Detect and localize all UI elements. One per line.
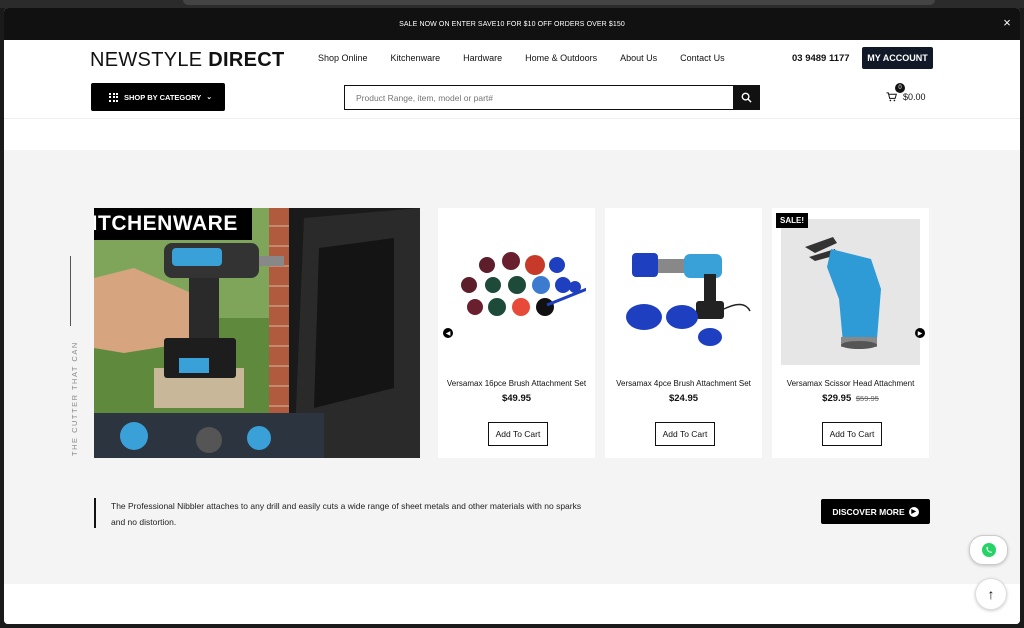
product-name[interactable]: Versamax 4pce Brush Attachment Set [605,379,762,388]
shop-by-category-button[interactable]: SHOP BY CATEGORY ⌄ [91,83,225,111]
description-line-1: The Professional Nibbler attaches to any… [111,501,582,511]
sale-badge: SALE! [776,213,808,228]
cart-widget[interactable]: 0 $0.00 [886,83,926,102]
product-name[interactable]: Versamax Scissor Head Attachment [772,379,929,388]
product-image[interactable] [614,219,753,365]
nav-shop-online[interactable]: Shop Online [318,53,368,63]
close-icon[interactable]: × [1003,16,1011,30]
nav-contact-us[interactable]: Contact Us [680,53,725,63]
site-header: NEWSTYLE DIRECT Shop Online Kitchenware … [4,40,1020,120]
browser-chrome [0,0,1024,8]
discover-more-button[interactable]: DISCOVER MORE ▶ [821,499,930,524]
nav-home-outdoors[interactable]: Home & Outdoors [525,53,597,63]
tagline-line [70,256,71,326]
vertical-tagline: THE CUTTER THAT CAN [47,256,97,462]
chevron-down-icon: ⌄ [206,94,213,101]
hero-image[interactable]: KITCHENWARE [94,208,420,458]
arrow-up-icon: ↑ [987,586,995,602]
carousel-next-button[interactable]: ▶ [915,328,925,338]
sale-price: $29.95 [822,393,852,404]
whatsapp-icon [981,543,996,557]
nav-hardware[interactable]: Hardware [463,53,502,63]
announcement-text: SALE NOW ON ENTER SAVE10 FOR $10 OFF ORD… [399,20,625,28]
grid-icon [109,92,118,102]
description-line-2: and no distortion. [111,517,177,527]
search-button[interactable] [733,86,759,109]
scroll-to-top-button[interactable]: ↑ [975,578,1007,610]
product-card[interactable]: SALE! Versamax Scissor Head Attachment $… [772,208,929,458]
discover-more-label: DISCOVER MORE [832,506,905,517]
arrow-circle-right-icon: ▶ [908,506,919,517]
cart-total: $0.00 [903,92,926,102]
site-logo[interactable]: NEWSTYLE DIRECT [90,49,285,72]
add-to-cart-button[interactable]: Add To Cart [488,422,548,446]
product-image[interactable] [781,219,920,365]
search-icon [741,92,752,103]
product-card[interactable]: Versamax 16pce Brush Attachment Set $49.… [438,208,595,458]
search-input[interactable] [345,86,733,109]
drill-photo [94,208,420,458]
spacer [4,119,1020,150]
my-account-button[interactable]: MY ACCOUNT [862,47,933,69]
logo-bold-text: DIRECT [208,49,285,71]
phone-number[interactable]: 03 9489 1177 [792,53,850,64]
main-nav: Shop Online Kitchenware Hardware Home & … [318,53,748,63]
arrow-left-icon: ◀ [445,330,451,337]
carousel-prev-button[interactable]: ◀ [443,328,453,338]
tagline-text: THE CUTTER THAT CAN [70,341,79,456]
arrow-right-icon: ▶ [917,330,923,337]
nav-kitchenware[interactable]: Kitchenware [391,53,441,63]
feature-description: The Professional Nibbler attaches to any… [94,498,614,528]
product-price: $29.95 $59.95 [772,393,929,404]
footer-spacer [4,584,1020,624]
product-price: $24.95 [668,393,699,404]
announcement-bar: SALE NOW ON ENTER SAVE10 FOR $10 OFF ORD… [4,8,1020,40]
logo-light-text: NEWSTYLE [90,49,203,71]
nav-about-us[interactable]: About Us [620,53,657,63]
shop-by-category-label: SHOP BY CATEGORY [124,92,202,102]
page-frame: SALE NOW ON ENTER SAVE10 FOR $10 OFF ORD… [4,8,1020,624]
original-price: $59.95 [855,394,879,403]
add-to-cart-button[interactable]: Add To Cart [655,422,715,446]
add-to-cart-button[interactable]: Add To Cart [822,422,882,446]
search-bar [344,85,760,110]
cart-count-badge: 0 [895,83,905,93]
featured-section: THE CUTTER THAT CAN ITCHENWARE ◀ ▶ Versa… [4,150,1020,584]
product-card[interactable]: Versamax 4pce Brush Attachment Set $24.9… [605,208,762,458]
product-image[interactable] [447,219,588,365]
whatsapp-button[interactable] [969,535,1008,565]
cart-icon [886,92,897,102]
product-price: $49.95 [501,393,532,404]
browser-tab[interactable] [183,0,935,5]
product-name[interactable]: Versamax 16pce Brush Attachment Set [438,379,595,388]
category-title: KITCHENWARE [94,208,252,240]
